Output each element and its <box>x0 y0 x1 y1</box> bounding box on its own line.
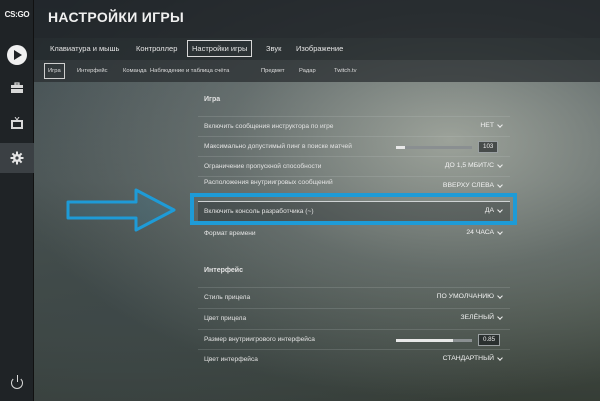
arrow-right-icon <box>66 188 176 232</box>
primary-tabs: Клавиатура и мышь Контроллер Настройки и… <box>34 38 600 60</box>
settings-row-bandwidth[interactable]: Ограничение пропускной способности ДО 1,… <box>198 156 510 176</box>
dropdown-crosshair-color[interactable]: ЗЕЛЁНЫЙ <box>460 313 503 321</box>
secondary-tabs: Игра Интерфейс Команда Наблюдение и табл… <box>34 60 600 82</box>
settings-row-time-format[interactable]: Формат времени 24 ЧАСА <box>198 224 510 244</box>
tab-audio[interactable]: Звук <box>262 40 285 57</box>
chevron-down-icon <box>497 161 503 168</box>
settings-row-crosshair-style[interactable]: Стиль прицела ПО УМОЛЧАНИЮ <box>198 287 510 307</box>
subtab-twitch[interactable]: Twitch.tv <box>331 63 360 79</box>
dropdown-time-format[interactable]: 24 ЧАСА <box>466 228 503 236</box>
gear-icon <box>10 151 24 165</box>
row-label: Максимально допустимый пинг в поиске мат… <box>204 143 352 150</box>
highlight-frame <box>190 193 517 225</box>
settings-row-hud-color[interactable]: Цвет интерфейса СТАНДАРТНЫЙ <box>198 349 510 369</box>
dropdown-value: ДО 1,5 МБИТ/С <box>444 162 494 169</box>
row-label: Стиль прицела <box>204 294 251 301</box>
section-title-interface: Интерфейс <box>204 267 243 274</box>
hud-scale-slider[interactable] <box>396 339 472 342</box>
section-title-game: Игра <box>204 96 221 103</box>
dropdown-value: СТАНДАРТНЫЙ <box>442 355 494 362</box>
play-button[interactable] <box>0 40 34 70</box>
dropdown-value: ЗЕЛЁНЫЙ <box>460 314 494 321</box>
subtab-radar[interactable]: Радар <box>296 63 319 79</box>
dropdown-value: ПО УМОЛЧАНИЮ <box>436 293 494 300</box>
watch-button[interactable] <box>0 108 34 138</box>
dropdown-hud-color[interactable]: СТАНДАРТНЫЙ <box>442 354 503 362</box>
chevron-down-icon <box>497 292 503 299</box>
subtab-item[interactable]: Предмет <box>258 63 288 79</box>
briefcase-icon <box>11 82 23 93</box>
header-bar: НАСТРОЙКИ ИГРЫ <box>34 0 600 38</box>
row-label: Включить сообщения инструктора по игре <box>204 123 334 130</box>
dropdown-instructor[interactable]: НЕТ <box>480 121 503 129</box>
slider-fill <box>396 146 406 149</box>
page-title: НАСТРОЙКИ ИГРЫ <box>48 9 185 25</box>
subtab-interface[interactable]: Интерфейс <box>74 63 111 79</box>
subtab-spectator[interactable]: Наблюдение и таблица счёта <box>147 63 232 79</box>
row-label: Ограничение пропускной способности <box>204 163 322 170</box>
settings-row-instructor[interactable]: Включить сообщения инструктора по игре Н… <box>198 116 510 136</box>
tab-game-settings[interactable]: Настройки игры <box>187 40 253 57</box>
dropdown-message-position[interactable]: ВВЕРХУ СЛЕВА <box>442 181 503 189</box>
row-label: Расположения внутриигровых сообщений <box>204 179 333 186</box>
row-label: Цвет прицела <box>204 315 247 322</box>
chevron-down-icon <box>497 313 503 320</box>
settings-button[interactable] <box>0 143 34 173</box>
dropdown-bandwidth[interactable]: ДО 1,5 МБИТ/С <box>444 161 503 169</box>
row-label: Размер внутриигрового интерфейса <box>204 336 315 343</box>
sidebar: CS:GO <box>0 0 34 401</box>
subtab-team[interactable]: Команда <box>120 63 150 79</box>
settings-row-crosshair-color[interactable]: Цвет прицела ЗЕЛЁНЫЙ <box>198 308 510 328</box>
settings-row-max-ping[interactable]: Максимально допустимый пинг в поиске мат… <box>198 136 510 156</box>
dropdown-value: ВВЕРХУ СЛЕВА <box>442 182 494 189</box>
tv-icon <box>11 116 23 129</box>
subtab-game[interactable]: Игра <box>44 63 65 79</box>
slider-fill <box>396 339 453 342</box>
inventory-button[interactable] <box>0 73 34 103</box>
chevron-down-icon <box>497 121 503 128</box>
chevron-down-icon <box>497 181 503 188</box>
ping-slider[interactable] <box>396 146 472 149</box>
chevron-down-icon <box>497 354 503 361</box>
play-icon <box>7 45 27 65</box>
dropdown-value: 24 ЧАСА <box>466 229 494 236</box>
settings-row-hud-scale[interactable]: Размер внутриигрового интерфейса 0.85 <box>198 329 510 349</box>
row-label: Формат времени <box>204 230 256 237</box>
tab-video[interactable]: Изображение <box>292 40 347 57</box>
hud-scale-value-field[interactable]: 0.85 <box>478 334 501 346</box>
csgo-logo: CS:GO <box>4 10 30 19</box>
tab-keyboard-mouse[interactable]: Клавиатура и мышь <box>46 40 123 57</box>
ping-value-field[interactable]: 103 <box>478 141 499 153</box>
dropdown-value: НЕТ <box>480 122 494 129</box>
chevron-down-icon <box>497 228 503 235</box>
tab-controller[interactable]: Контроллер <box>132 40 181 57</box>
dropdown-crosshair-style[interactable]: ПО УМОЛЧАНИЮ <box>436 292 503 300</box>
row-label: Цвет интерфейса <box>204 356 258 363</box>
